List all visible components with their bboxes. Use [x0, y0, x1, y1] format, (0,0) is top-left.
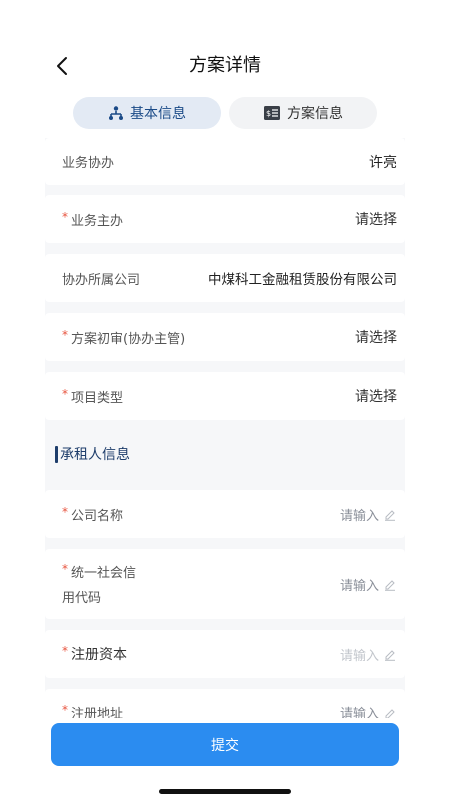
pencil-icon [383, 577, 397, 591]
section-title-text: 承租人信息 [60, 447, 130, 463]
initial-review-label: 方案初审(协办主管) [71, 331, 186, 347]
required-mark: * [62, 327, 68, 342]
row-business-assist: 业务协办 许亮 [45, 138, 405, 185]
registered-address-input[interactable]: 请输入 [340, 703, 397, 718]
pencil-icon [383, 507, 397, 521]
credit-code-placeholder: 请输入 [339, 578, 379, 594]
row-company-name[interactable]: * 公司名称 请输入 [45, 490, 405, 538]
row-registered-address[interactable]: * 注册地址 请输入 [45, 689, 405, 718]
document-icon: $ [264, 106, 280, 120]
footer: 提交 [0, 718, 450, 800]
row-label: * 方案初审(协办主管) [62, 328, 185, 347]
header: 方案详情 基本信息 $ 方案信息 [0, 0, 450, 140]
tab-bar: 基本信息 $ 方案信息 [73, 97, 377, 129]
registered-address-label: 注册地址 [71, 707, 124, 718]
tab-plan-info[interactable]: $ 方案信息 [229, 97, 377, 129]
row-credit-code[interactable]: * 统一社会信 用代码 请输入 [45, 549, 405, 619]
section-title-lessee: 承租人信息 [55, 444, 130, 464]
business-assist-label: 业务协办 [62, 156, 115, 171]
registered-capital-input[interactable]: 请输入 [340, 645, 397, 664]
tab-plan-info-label: 方案信息 [287, 106, 343, 122]
business-lead-select[interactable]: 请选择 [355, 209, 397, 229]
pencil-icon [383, 647, 397, 661]
assist-company-label: 协办所属公司 [62, 272, 141, 288]
tab-basic-info[interactable]: 基本信息 [73, 97, 221, 129]
required-mark: * [62, 562, 68, 576]
home-indicator[interactable] [159, 789, 291, 794]
project-type-select[interactable]: 请选择 [355, 386, 397, 406]
row-label: * 注册资本 [62, 644, 127, 664]
credit-code-input[interactable]: 请输入 [340, 575, 397, 594]
credit-code-label-line2: 用代码 [62, 591, 102, 606]
section-bar [55, 445, 58, 463]
form-content: 业务协办 许亮 * 业务主办 请选择 协办所属公司 中煤科工金融租赁股份有限公司… [45, 138, 405, 718]
registered-capital-label: 注册资本 [71, 647, 127, 663]
org-chart-icon [109, 106, 123, 120]
required-mark: * [62, 386, 68, 401]
svg-text:$: $ [266, 109, 271, 118]
row-registered-capital[interactable]: * 注册资本 请输入 [45, 630, 405, 678]
row-label: * 公司名称 [62, 505, 123, 524]
business-lead-label: 业务主办 [71, 213, 124, 229]
assist-company-value: 中煤科工金融租赁股份有限公司 [208, 272, 397, 288]
row-assist-company: 协办所属公司 中煤科工金融租赁股份有限公司 [45, 254, 405, 302]
credit-code-label-line1: 统一社会信 [71, 566, 137, 581]
row-business-lead[interactable]: * 业务主办 请选择 [45, 195, 405, 243]
business-assist-value: 许亮 [369, 154, 397, 171]
registered-address-placeholder: 请输入 [339, 707, 379, 718]
row-label: * 注册地址 [62, 703, 123, 718]
company-name-input[interactable]: 请输入 [340, 505, 397, 524]
row-label: * 统一社会信 用代码 [62, 562, 136, 606]
tab-basic-info-label: 基本信息 [130, 106, 186, 122]
row-label: * 业务主办 [62, 210, 123, 229]
required-mark: * [62, 209, 68, 224]
credit-code-label-line1-wrap: * 统一社会信 [62, 562, 136, 581]
row-label: 业务协办 [62, 152, 114, 171]
company-name-label: 公司名称 [71, 508, 124, 524]
required-mark: * [62, 703, 68, 717]
company-name-placeholder: 请输入 [339, 508, 379, 524]
project-type-label: 项目类型 [71, 390, 124, 406]
pencil-icon [383, 706, 397, 718]
initial-review-select[interactable]: 请选择 [355, 327, 397, 347]
row-label: 协办所属公司 [62, 269, 140, 288]
required-mark: * [62, 504, 68, 519]
row-initial-review[interactable]: * 方案初审(协办主管) 请选择 [45, 313, 405, 361]
registered-capital-placeholder: 请输入 [339, 648, 379, 664]
row-label: * 项目类型 [62, 387, 123, 406]
page-title: 方案详情 [189, 55, 261, 76]
submit-button[interactable]: 提交 [51, 723, 399, 766]
row-project-type[interactable]: * 项目类型 请选择 [45, 372, 405, 420]
required-mark: * [62, 644, 68, 658]
